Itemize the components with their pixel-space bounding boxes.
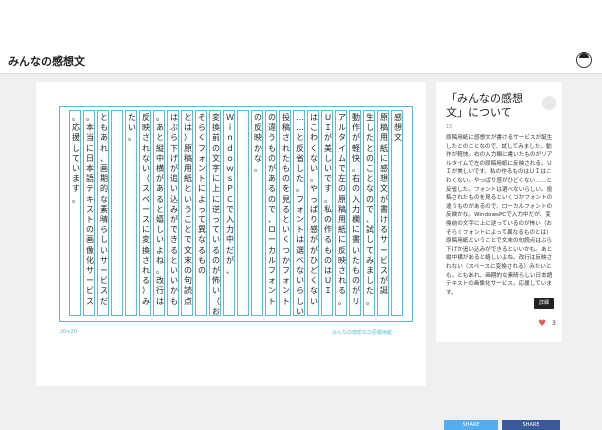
- manuscript-column: 反映されない（スペースに変換される）み: [139, 110, 151, 316]
- manuscript-column: [237, 110, 249, 316]
- manuscript-column: Ｕ Ｉ が美しいです。私の作るものは Ｕ Ｉ: [321, 110, 333, 316]
- top-bar: みんなの感想文: [0, 0, 602, 74]
- manuscript-column: 。あと縦中横があると嬉しいよね。改行は: [153, 110, 165, 316]
- heart-icon[interactable]: ♥: [538, 319, 548, 329]
- manuscript-column: …… と反省した。フォントは選べないらしい: [293, 110, 305, 316]
- post-date: 15: [446, 124, 453, 130]
- manuscript-column: 。本当に日本語テキストの画像化サービス: [83, 110, 95, 316]
- manuscript-column: 変換前の文字に上に逆っているのが怖い（お: [209, 110, 221, 316]
- manuscript-footer-label: みんなの感想文の原稿用紙: [332, 330, 393, 336]
- manuscript-column: そらくフォントによって異なるもの: [195, 110, 207, 316]
- manuscript-page-number: 20×20: [60, 329, 77, 335]
- like-count: 3: [552, 320, 556, 327]
- manuscript-column: はぶら下げが追い込みができるといいかも: [167, 110, 179, 316]
- post-body: 原稿用紙に感想文が書けるサービスが誕生したとのことなので、試してみました。動作が…: [446, 135, 553, 296]
- manuscript-column: とは）原稿用紙ということで文末の句読点: [181, 110, 193, 316]
- manuscript-column: ともあれ、画期的な素晴らしいサービスだ: [97, 110, 109, 316]
- post-sidebar: 「みんなの感想文」について 15 原稿用紙に感想文が書けるサービスが誕生したとの…: [436, 82, 562, 342]
- manuscript-paper: 感想文原稿用紙に感想文が書けるサービスが誕生したとのことなので、試してみました。…: [59, 106, 413, 322]
- share-facebook-button[interactable]: SHARE: [502, 420, 560, 430]
- manuscript-column: の反映かな。: [251, 110, 263, 316]
- manuscript-column: アルタイムで左の原稿用紙に反映される。: [335, 110, 347, 316]
- app-title[interactable]: みんなの感想文: [8, 53, 85, 69]
- user-avatar-icon[interactable]: [576, 52, 592, 68]
- main-content: 感想文原稿用紙に感想文が書けるサービスが誕生したとのことなので、試してみました。…: [0, 74, 602, 430]
- manuscript-column: たい。: [125, 110, 137, 316]
- manuscript-column: [111, 110, 123, 316]
- post-title: 「みんなの感想文」について: [446, 92, 523, 119]
- manuscript-column: 動作が軽快。右の入力欄に書いたものがリ: [349, 110, 361, 316]
- manuscript-column: はこわくない。やっぱり感ががひどくない: [307, 110, 319, 316]
- manuscript-column: 。応援しています。: [69, 110, 81, 316]
- manuscript-column: の違うものがあるので、ローカルフォント: [265, 110, 277, 316]
- manuscript-column: 原稿用紙に感想文が書けるサービスが誕: [377, 110, 389, 316]
- more-button[interactable]: 詳細: [534, 298, 554, 309]
- manuscript-column: 感想文: [391, 110, 403, 316]
- manuscript-column: Ｗｉ ｎ ｄ ｏ ｗ ｓ Ｐ Ｃ で入力中だが、: [223, 110, 235, 316]
- manuscript-column: 投稿されたものを見るといくつかフォント: [279, 110, 291, 316]
- manuscript-column: 生したとのことなので、試してみました。: [363, 110, 375, 316]
- manuscript-card: 感想文原稿用紙に感想文が書けるサービスが誕生したとのことなので、試してみました。…: [36, 82, 426, 386]
- author-avatar[interactable]: [542, 96, 556, 110]
- share-twitter-button[interactable]: SHARE: [444, 420, 498, 430]
